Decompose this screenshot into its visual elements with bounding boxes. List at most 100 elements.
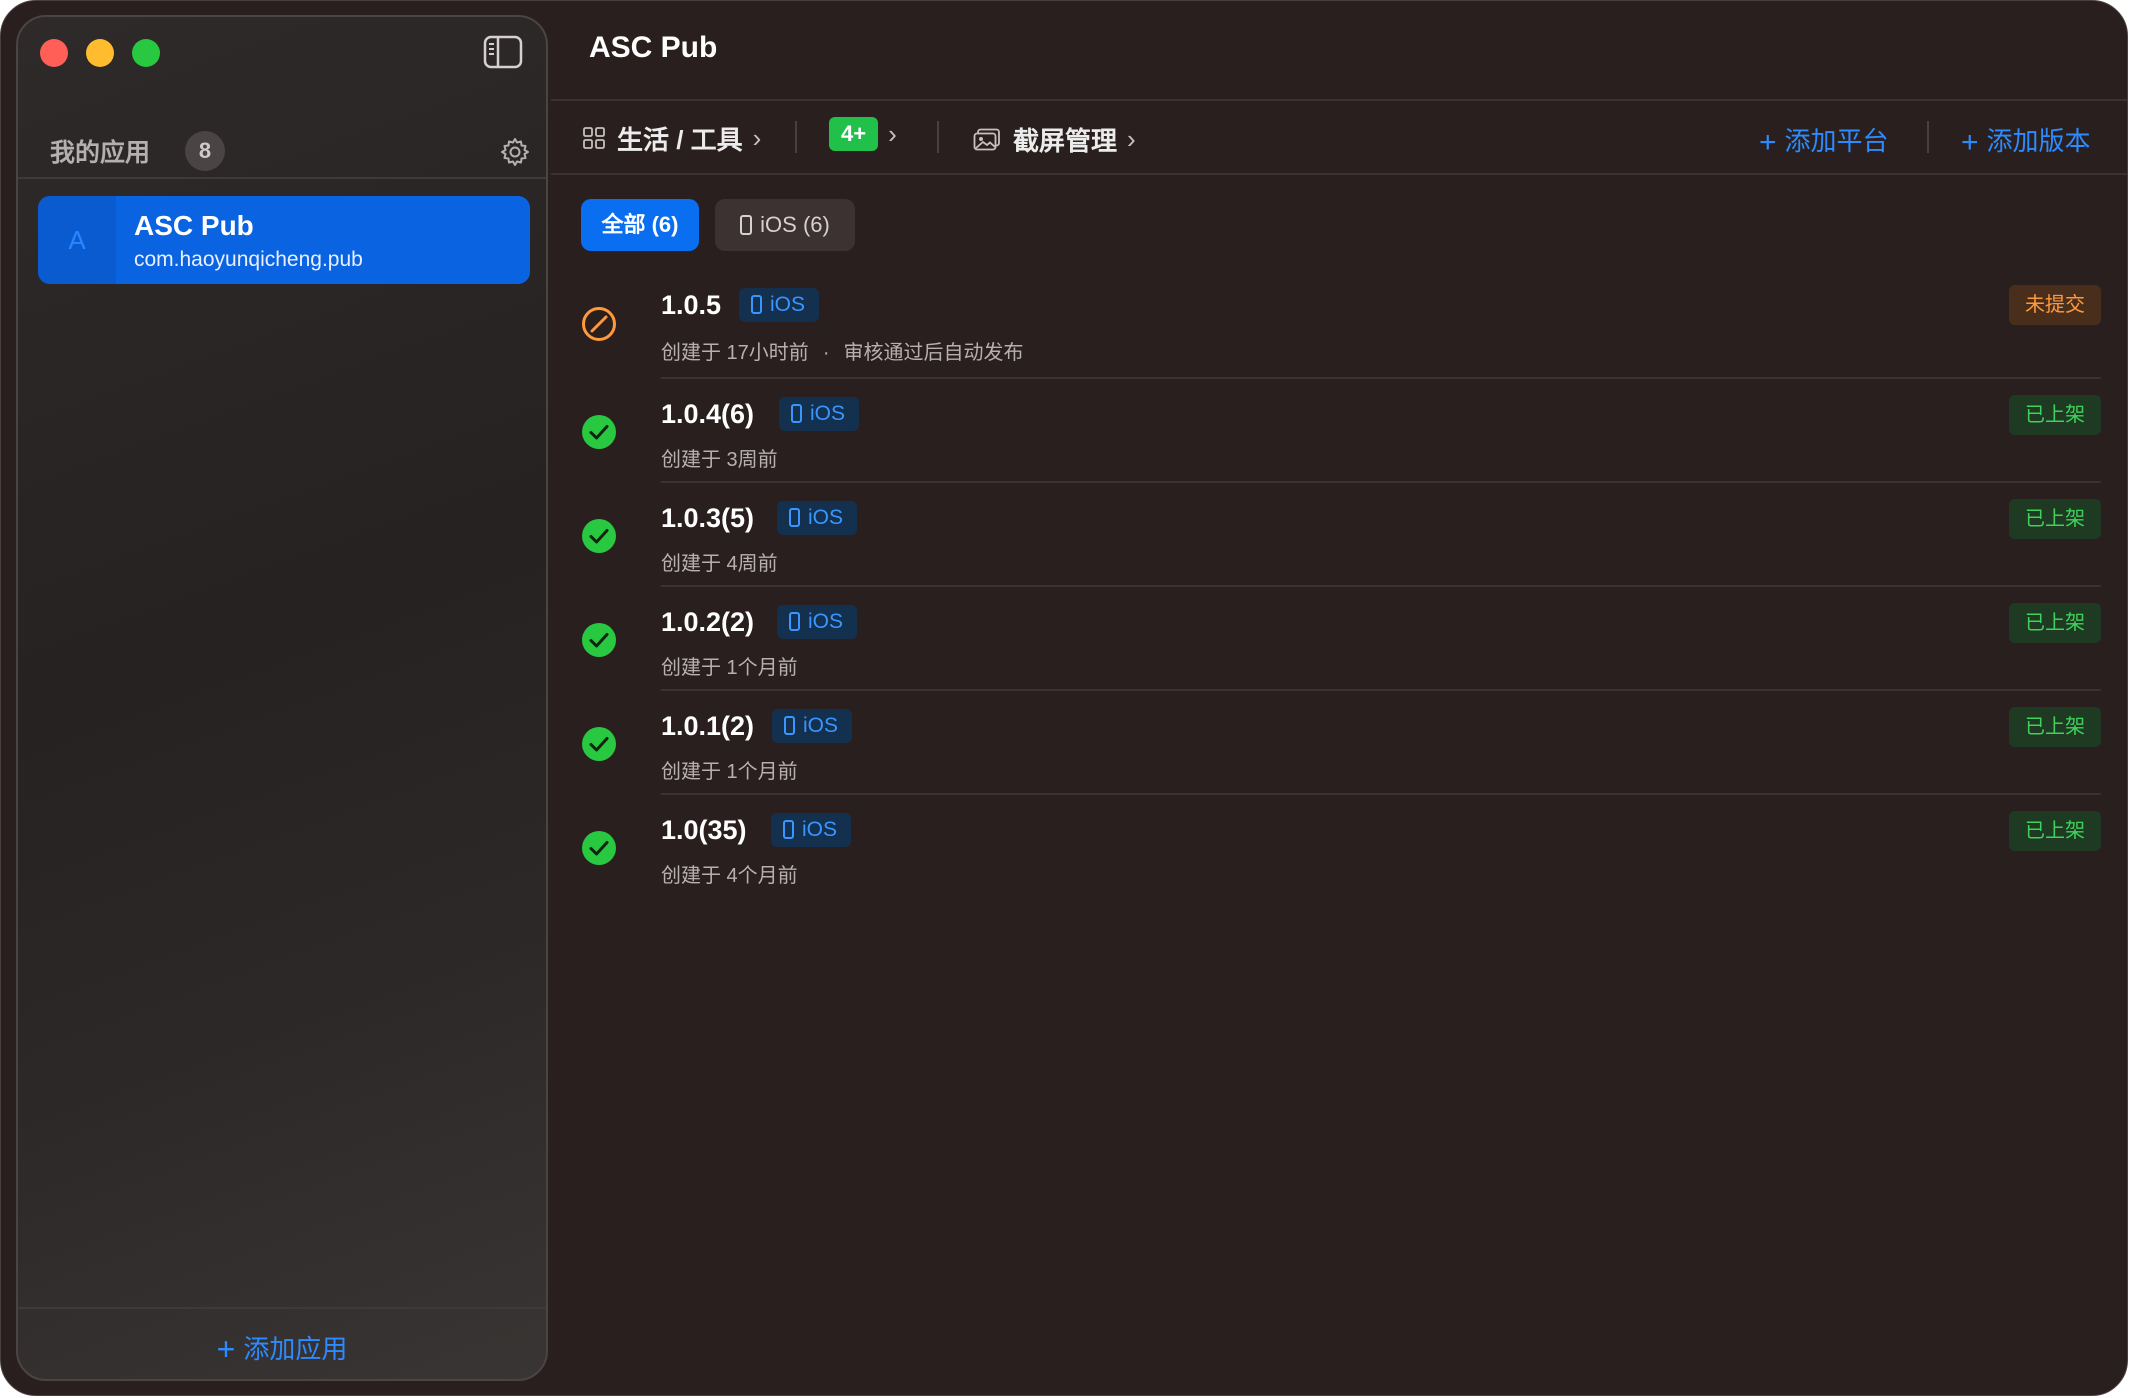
iphone-icon — [789, 508, 800, 527]
platform-label: iOS — [808, 506, 844, 529]
zoom-window-button[interactable] — [132, 39, 160, 67]
app-name: ASC Pub — [134, 210, 254, 241]
category-selector[interactable]: 生活 / 工具 › — [583, 121, 761, 155]
platform-label: iOS — [808, 610, 844, 633]
version-row[interactable]: 1.0.5 iOS 创建于 17小时前 · 审核通过后自动发布 未提交 — [581, 283, 2101, 387]
status-badge: 已上架 — [2009, 395, 2101, 435]
version-number: 1.0.3(5) — [661, 503, 755, 533]
created-time: 创建于 4周前 — [661, 553, 778, 575]
row-divider — [661, 377, 2101, 379]
screenshot-manager-label: 截屏管理 — [1013, 126, 1118, 156]
screenshot-manager-button[interactable]: 截屏管理 › — [973, 121, 1136, 158]
app-window: 我的应用 8 A ASC Pub com.haoyunqicheng.pub +… — [0, 0, 2128, 1396]
photos-icon — [973, 128, 1000, 150]
add-platform-label: 添加平台 — [1784, 126, 1889, 156]
release-note: 审核通过后自动发布 — [843, 342, 1024, 364]
sidebar-item-asc-pub[interactable]: A ASC Pub com.haoyunqicheng.pub — [38, 196, 530, 284]
tab-ios[interactable]: iOS (6) — [715, 199, 855, 251]
row-divider — [661, 585, 2101, 587]
sidebar-title: 我的应用 — [50, 139, 151, 167]
chevron-right-icon: › — [888, 118, 897, 149]
sidebar-header: 我的应用 8 — [50, 127, 529, 177]
iphone-icon — [740, 215, 753, 235]
checkmark-circle-icon — [582, 519, 616, 553]
version-number: 1.0(35) — [661, 815, 747, 845]
page-title: ASC Pub — [589, 31, 718, 64]
plus-icon: + — [1759, 126, 1777, 159]
version-number: 1.0.5 — [661, 290, 722, 320]
close-window-button[interactable] — [40, 39, 68, 67]
platform-badge: iOS — [771, 813, 852, 847]
version-meta: 创建于 17小时前 · 审核通过后自动发布 — [661, 336, 1023, 365]
created-time: 创建于 3周前 — [661, 449, 778, 471]
toolbar-separator — [795, 121, 797, 153]
toolbar-divider — [551, 173, 2127, 175]
platform-badge: iOS — [739, 288, 820, 322]
version-row[interactable]: 1.0(35) iOS 创建于 4个月前 已上架 — [581, 803, 2101, 907]
iphone-icon — [784, 716, 795, 735]
sidebar-divider — [18, 177, 546, 179]
meta-separator: · — [822, 342, 830, 364]
platform-label: iOS — [770, 293, 806, 316]
tab-all[interactable]: 全部 (6) — [581, 199, 699, 251]
grid-icon — [583, 127, 605, 149]
chevron-right-icon: › — [1127, 124, 1136, 154]
platform-label: iOS — [803, 714, 839, 737]
row-divider — [661, 689, 2101, 691]
checkmark-circle-icon — [582, 623, 616, 657]
app-bundle-id: com.haoyunqicheng.pub — [134, 248, 363, 271]
platform-badge: iOS — [779, 397, 860, 431]
status-badge: 已上架 — [2009, 603, 2101, 643]
status-badge: 未提交 — [2009, 285, 2101, 325]
checkmark-circle-icon — [582, 415, 616, 449]
sidebar-footer-divider — [18, 1307, 546, 1309]
main-content: ASC Pub 生活 / 工具 › 4+ › 截屏管理 › + 添加平台 + 添… — [551, 1, 2127, 1395]
minimize-window-button[interactable] — [86, 39, 114, 67]
add-version-label: 添加版本 — [1986, 126, 2091, 156]
version-row[interactable]: 1.0.2(2) iOS 创建于 1个月前 已上架 — [581, 595, 2101, 699]
created-time: 创建于 1个月前 — [661, 657, 798, 679]
status-badge: 已上架 — [2009, 707, 2101, 747]
status-badge: 已上架 — [2009, 811, 2101, 851]
row-divider — [661, 481, 2101, 483]
add-app-label: 添加应用 — [243, 1334, 348, 1364]
created-time: 创建于 17小时前 — [661, 342, 809, 364]
gear-icon[interactable] — [500, 137, 530, 167]
chevron-right-icon: › — [752, 122, 762, 153]
platform-label: iOS — [802, 818, 838, 841]
app-count-badge: 8 — [185, 131, 225, 171]
platform-badge: iOS — [772, 709, 853, 743]
created-time: 创建于 4个月前 — [661, 865, 798, 887]
plus-icon: + — [216, 1331, 236, 1367]
age-rating-badge: 4+ — [829, 117, 879, 151]
version-number: 1.0.4(6) — [661, 399, 755, 429]
pencil-slash-circle-icon — [582, 307, 616, 341]
iphone-icon — [783, 820, 794, 839]
add-version-button[interactable]: + 添加版本 — [1961, 121, 2091, 160]
age-rating-selector[interactable]: 4+ › — [829, 117, 897, 151]
platform-badge: iOS — [777, 605, 858, 639]
platform-label: iOS — [810, 402, 846, 425]
category-label: 生活 / 工具 — [617, 124, 743, 155]
checkmark-circle-icon — [582, 831, 616, 865]
sidebar: 我的应用 8 A ASC Pub com.haoyunqicheng.pub +… — [16, 15, 548, 1381]
iphone-icon — [791, 404, 802, 423]
platform-badge: iOS — [777, 501, 858, 535]
checkmark-circle-icon — [582, 727, 616, 761]
version-row[interactable]: 1.0.3(5) iOS 创建于 4周前 已上架 — [581, 491, 2101, 595]
iphone-icon — [789, 612, 800, 631]
status-badge: 已上架 — [2009, 499, 2101, 539]
version-row[interactable]: 1.0.1(2) iOS 创建于 1个月前 已上架 — [581, 699, 2101, 803]
toolbar-separator — [1927, 121, 1929, 153]
add-platform-button[interactable]: + 添加平台 — [1759, 121, 1889, 160]
add-app-button[interactable]: + 添加应用 — [18, 1329, 546, 1368]
plus-icon: + — [1961, 126, 1979, 159]
toolbar-separator — [937, 121, 939, 153]
version-number: 1.0.1(2) — [661, 711, 755, 741]
toolbar: 生活 / 工具 › 4+ › 截屏管理 › + 添加平台 + 添加版本 — [551, 101, 2127, 173]
tab-ios-label: iOS (6) — [760, 212, 830, 237]
sidebar-toggle-icon[interactable] — [483, 35, 523, 69]
version-row[interactable]: 1.0.4(6) iOS 创建于 3周前 已上架 — [581, 387, 2101, 491]
app-avatar: A — [38, 196, 116, 284]
version-number: 1.0.2(2) — [661, 607, 755, 637]
